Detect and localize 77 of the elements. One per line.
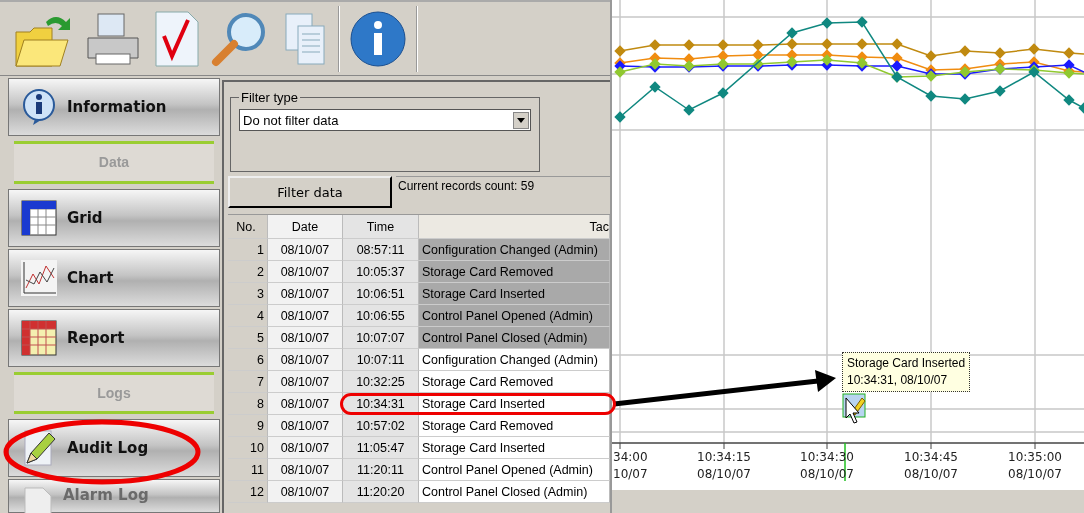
table-cell: 11:20:20 xyxy=(343,481,419,503)
x-tick-label: 08/10/07 xyxy=(904,467,958,481)
table-cell[interactable]: Control Panel Closed (Admin) xyxy=(419,327,610,349)
report-table-icon xyxy=(21,319,57,356)
table-cell: 10:32:25 xyxy=(343,371,419,393)
table-cell: 08/10/07 xyxy=(268,327,343,349)
pencil-document-icon xyxy=(21,429,57,467)
table-cell: 10:57:02 xyxy=(343,415,419,437)
table-cell: 10:06:55 xyxy=(343,305,419,327)
table-cell[interactable]: Control Panel Opened (Admin) xyxy=(419,305,610,327)
table-cell: 11:20:11 xyxy=(343,459,419,481)
sidebar-button[interactable]: Chart xyxy=(8,248,220,307)
table-cell: 08/10/07 xyxy=(268,305,343,327)
table-cell: 08/10/07 xyxy=(268,481,343,503)
row-number-cell: 1 xyxy=(228,239,268,261)
table-cell[interactable]: Storage Card Removed xyxy=(419,261,610,283)
group-legend: Filter type xyxy=(239,90,301,105)
line-chart-icon xyxy=(21,259,57,296)
sidebar-button[interactable]: Grid xyxy=(8,188,220,247)
row-number-cell: 2 xyxy=(228,261,268,283)
table-cell: 10:05:37 xyxy=(343,261,419,283)
tooltip-time: 10:34:31, 08/10/07 xyxy=(847,372,949,389)
table-cell: 08/10/07 xyxy=(268,437,343,459)
row-number-cell: 8 xyxy=(228,393,268,415)
x-tick-label: 10:34:45 xyxy=(904,450,958,464)
grid-icon xyxy=(21,199,57,236)
table-cell[interactable]: Storage Card Removed xyxy=(419,415,610,437)
info-icon xyxy=(21,88,57,126)
row-number-cell: 9 xyxy=(228,415,268,437)
row-number-cell: 7 xyxy=(228,371,268,393)
row-number-cell: 6 xyxy=(228,349,268,371)
x-tick-label: 10:34:15 xyxy=(697,450,751,464)
row-number-cell: 4 xyxy=(228,305,268,327)
table-cell: 08/10/07 xyxy=(268,459,343,481)
document-icon xyxy=(21,486,53,513)
table-cell[interactable]: Configuration Changed (Admin) xyxy=(419,239,610,261)
table-cell[interactable]: Control Panel Closed (Admin) xyxy=(419,481,610,503)
row-number-cell: 3 xyxy=(228,283,268,305)
x-tick-label: 34:00 xyxy=(613,450,648,464)
x-tick-label: 08/10/07 xyxy=(1008,467,1062,481)
column-header[interactable]: No. xyxy=(228,215,268,239)
column-header[interactable]: Date xyxy=(268,215,343,239)
table-cell: 10:07:07 xyxy=(343,327,419,349)
filter-data-button[interactable]: Filter data xyxy=(228,176,392,208)
table-cell: 08/10/07 xyxy=(268,393,343,415)
table-cell: 08/10/07 xyxy=(268,239,343,261)
filter-type-dropdown[interactable]: Do not filter data xyxy=(239,109,531,131)
row-number-cell: 5 xyxy=(228,327,268,349)
table-cell: 10:07:11 xyxy=(343,349,419,371)
table-cell: 08/10/07 xyxy=(268,283,343,305)
column-header[interactable]: Time xyxy=(343,215,419,239)
records-count-label: Current records count: 59 xyxy=(398,179,535,193)
tooltip-title: Storage Card Inserted xyxy=(847,355,966,372)
table-cell[interactable]: Control Panel Opened (Admin) xyxy=(419,459,610,481)
table-cell: 08:57:11 xyxy=(343,239,419,261)
mouse-cursor-icon xyxy=(845,397,860,424)
table-cell: 08/10/07 xyxy=(268,349,343,371)
table-cell[interactable]: Storage Card Inserted xyxy=(419,283,610,305)
table-cell: 10:06:51 xyxy=(343,283,419,305)
table-cell: 08/10/07 xyxy=(268,371,343,393)
table-cell: 11:05:47 xyxy=(343,437,419,459)
x-tick-label: 10:35:00 xyxy=(1008,450,1062,464)
table-cell: 08/10/07 xyxy=(268,415,343,437)
section-header: Data xyxy=(98,154,130,171)
column-header[interactable]: Tac xyxy=(419,215,610,239)
table-cell[interactable]: Storage Card Removed xyxy=(419,371,610,393)
row-number-cell: 12 xyxy=(228,481,268,503)
section-header: Logs xyxy=(97,384,131,401)
x-tick-label: 10/07 xyxy=(613,467,648,481)
table-cell[interactable]: Storage Card Inserted xyxy=(419,437,610,459)
table-cell[interactable]: Configuration Changed (Admin) xyxy=(419,349,610,371)
x-tick-label: 08/10/07 xyxy=(697,467,751,481)
row-number-cell: 11 xyxy=(228,459,268,481)
sidebar-button[interactable]: Report xyxy=(8,308,220,367)
sidebar-button[interactable]: Information xyxy=(8,78,220,136)
row-number-cell: 10 xyxy=(228,437,268,459)
table-cell: 08/10/07 xyxy=(268,261,343,283)
